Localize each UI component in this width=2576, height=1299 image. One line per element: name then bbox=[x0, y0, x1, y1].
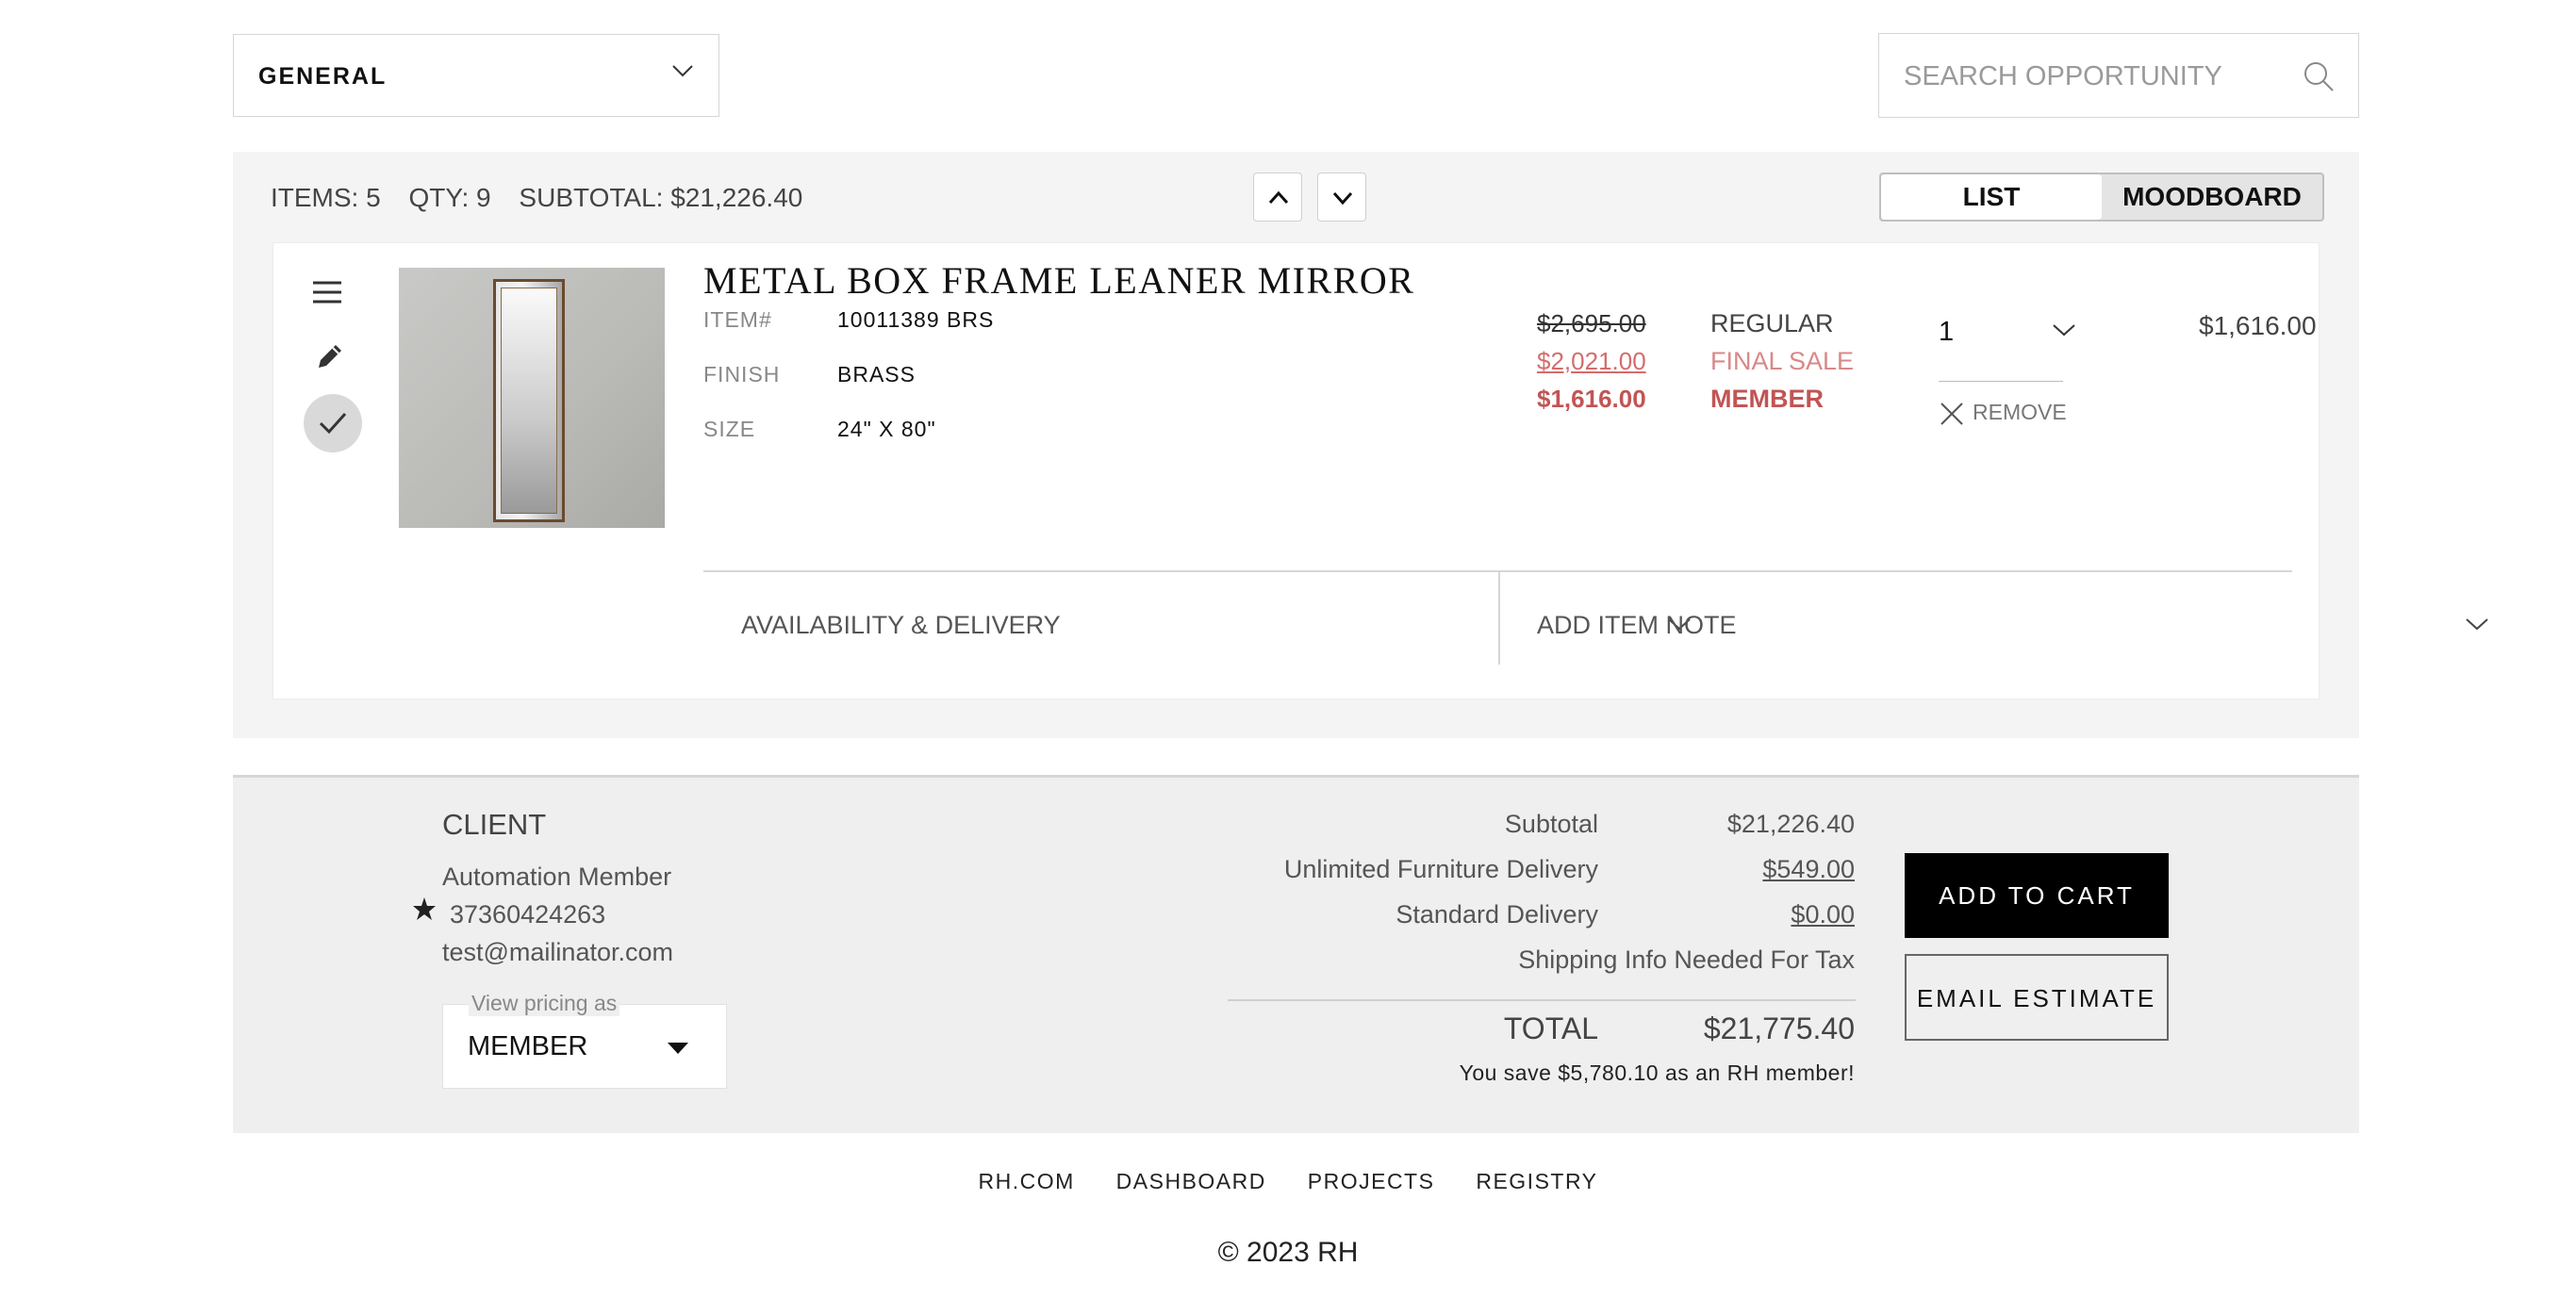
client-member-id: 37360424263 bbox=[450, 900, 606, 929]
search-opportunity-input[interactable] bbox=[1904, 58, 2281, 94]
subtotal-value: $21,226.40 bbox=[1726, 810, 1855, 838]
spec-label-size: SIZE bbox=[703, 417, 756, 441]
drag-handle-icon[interactable] bbox=[311, 279, 343, 310]
product-image[interactable] bbox=[399, 268, 665, 528]
expand-all-button[interactable] bbox=[1317, 173, 1366, 222]
footer-link-rh-com[interactable]: RH.COM bbox=[979, 1169, 1075, 1193]
copyright: © 2023 RH bbox=[1217, 1237, 1359, 1268]
price-regular: $2,695.00 bbox=[1537, 309, 1646, 337]
items-summary: ITEMS: 5 QTY: 9 SUBTOTAL: $21,226.40 bbox=[271, 183, 823, 213]
add-to-cart-button[interactable]: ADD TO CART bbox=[1905, 853, 2169, 938]
line-total: $1,616.00 bbox=[2199, 311, 2317, 340]
edit-pencil-icon[interactable] bbox=[315, 341, 345, 376]
collapse-all-button[interactable] bbox=[1253, 173, 1302, 222]
footer-nav: RH.COM DASHBOARD PROJECTS REGISTRY bbox=[0, 1169, 2576, 1194]
caret-down-icon bbox=[668, 1043, 688, 1054]
items-panel: ITEMS: 5 QTY: 9 SUBTOTAL: $21,226.40 LIS… bbox=[233, 152, 2488, 738]
price-member: $1,616.00 bbox=[1537, 385, 1646, 413]
qty-count: QTY: 9 bbox=[408, 183, 491, 212]
view-moodboard-option[interactable]: MOODBOARD bbox=[2102, 174, 2322, 220]
price-type-member: MEMBER bbox=[1710, 385, 1824, 413]
client-name: Automation Member bbox=[442, 863, 672, 891]
quantity-select[interactable]: 1 bbox=[1939, 317, 1954, 348]
divider bbox=[1498, 570, 1500, 665]
view-list-option[interactable]: LIST bbox=[1881, 174, 2102, 220]
footer-link-dashboard[interactable]: DASHBOARD bbox=[1116, 1169, 1266, 1193]
chevron-down-icon[interactable] bbox=[2052, 322, 2076, 342]
spec-value-item: 10011389 BRS bbox=[837, 307, 995, 332]
pricing-view-label: View pricing as bbox=[469, 991, 620, 1016]
member-savings-text: You save $5,780.10 as an RH member! bbox=[1459, 1061, 1855, 1085]
email-estimate-button[interactable]: EMAIL ESTIMATE bbox=[1905, 954, 2169, 1041]
spec-label-item: ITEM# bbox=[703, 307, 772, 332]
remove-item-button[interactable]: REMOVE bbox=[1939, 400, 2067, 427]
search-opportunity-box[interactable] bbox=[1878, 33, 2359, 118]
pricing-view-value: MEMBER bbox=[468, 1031, 588, 1061]
unlimited-delivery-label: Unlimited Furniture Delivery bbox=[1283, 855, 1598, 883]
checkmark-icon bbox=[319, 412, 347, 435]
spec-label-finish: FINISH bbox=[703, 362, 781, 386]
chevron-down-icon bbox=[1332, 191, 1353, 206]
unlimited-delivery-value[interactable]: $549.00 bbox=[1762, 855, 1855, 884]
spec-value-finish: BRASS bbox=[837, 362, 916, 386]
total-value: $21,775.40 bbox=[1703, 1011, 1855, 1045]
star-icon bbox=[412, 896, 437, 926]
price-type-final-sale: FINAL SALE bbox=[1710, 347, 1855, 375]
quantity-underline bbox=[1939, 381, 2063, 382]
search-icon[interactable] bbox=[2302, 59, 2336, 98]
items-count: ITEMS: 5 bbox=[271, 183, 381, 212]
product-title[interactable]: METAL BOX FRAME LEANER MIRROR bbox=[703, 258, 1414, 303]
view-toggle: LIST MOODBOARD bbox=[1879, 173, 2324, 222]
footer-link-projects[interactable]: PROJECTS bbox=[1308, 1169, 1435, 1193]
client-heading: CLIENT bbox=[442, 808, 547, 841]
price-type-regular: REGULAR bbox=[1710, 309, 1834, 337]
pricing-view-select[interactable]: MEMBER bbox=[442, 1004, 727, 1089]
standard-delivery-value[interactable]: $0.00 bbox=[1791, 900, 1855, 929]
subtotal-label: Subtotal bbox=[1504, 810, 1598, 838]
chevron-down-icon bbox=[671, 63, 694, 83]
total-label: TOTAL bbox=[1503, 1011, 1598, 1045]
select-item-checkbox[interactable] bbox=[304, 394, 362, 452]
order-summary-panel: CLIENT Automation Member 37360424263 tes… bbox=[233, 775, 2359, 1133]
room-dropdown-label: GENERAL bbox=[258, 63, 388, 90]
standard-delivery-label: Standard Delivery bbox=[1395, 900, 1598, 929]
price-final-sale[interactable]: $2,021.00 bbox=[1537, 347, 1646, 376]
spec-value-size: 24" X 80" bbox=[837, 417, 936, 441]
divider bbox=[1228, 999, 1856, 1001]
client-email: test@mailinator.com bbox=[442, 938, 673, 966]
add-item-note-expander[interactable]: ADD ITEM NOTE bbox=[1537, 611, 1737, 640]
close-icon bbox=[1940, 403, 1963, 425]
items-subtotal: SUBTOTAL: $21,226.40 bbox=[519, 183, 803, 212]
shipping-tax-note: Shipping Info Needed For Tax bbox=[1518, 945, 1855, 974]
chevron-up-icon bbox=[1268, 190, 1289, 205]
chevron-down-icon[interactable] bbox=[2465, 617, 2489, 636]
footer-link-registry[interactable]: REGISTRY bbox=[1476, 1169, 1597, 1193]
line-item-card: METAL BOX FRAME LEANER MIRROR ITEM# 1001… bbox=[272, 242, 2488, 699]
remove-label: REMOVE bbox=[1973, 400, 2067, 424]
mirror-illustration bbox=[493, 279, 565, 522]
room-dropdown[interactable]: GENERAL bbox=[233, 34, 719, 117]
availability-delivery-expander[interactable]: AVAILABILITY & DELIVERY bbox=[741, 611, 1061, 640]
